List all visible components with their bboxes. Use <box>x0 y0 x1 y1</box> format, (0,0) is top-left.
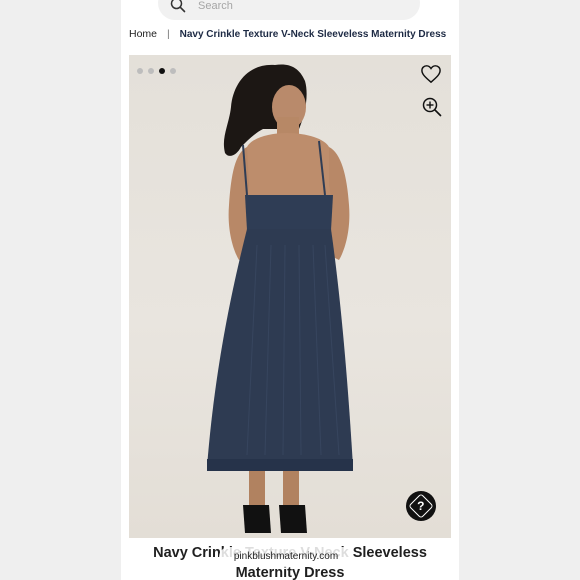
gallery-pagination <box>137 61 181 79</box>
search-bar[interactable] <box>158 0 420 20</box>
gallery-dot-active[interactable] <box>159 68 165 74</box>
help-icon: ? <box>408 493 434 519</box>
search-icon[interactable] <box>170 0 186 13</box>
heart-icon[interactable] <box>420 64 442 84</box>
product-page: Home | Navy Crinkle Texture V-Neck Sleev… <box>121 0 459 580</box>
search-input[interactable] <box>198 0 398 14</box>
product-image[interactable]: ? <box>129 55 451 538</box>
help-icon-label: ? <box>417 499 425 513</box>
gallery-dot[interactable] <box>170 68 176 74</box>
breadcrumb-home-link[interactable]: Home <box>129 28 157 40</box>
help-button[interactable]: ? <box>406 491 436 521</box>
breadcrumb-current-page: Navy Crinkle Texture V-Neck Sleeveless M… <box>179 29 447 40</box>
product-photo <box>207 64 353 533</box>
gallery-dot[interactable] <box>137 68 143 74</box>
watermark: pinkblushmaternity.com <box>219 547 353 567</box>
breadcrumb: Home | Navy Crinkle Texture V-Neck Sleev… <box>129 28 459 42</box>
zoom-in-icon[interactable] <box>422 97 442 117</box>
gallery-dot[interactable] <box>148 68 154 74</box>
breadcrumb-separator: | <box>166 28 170 40</box>
